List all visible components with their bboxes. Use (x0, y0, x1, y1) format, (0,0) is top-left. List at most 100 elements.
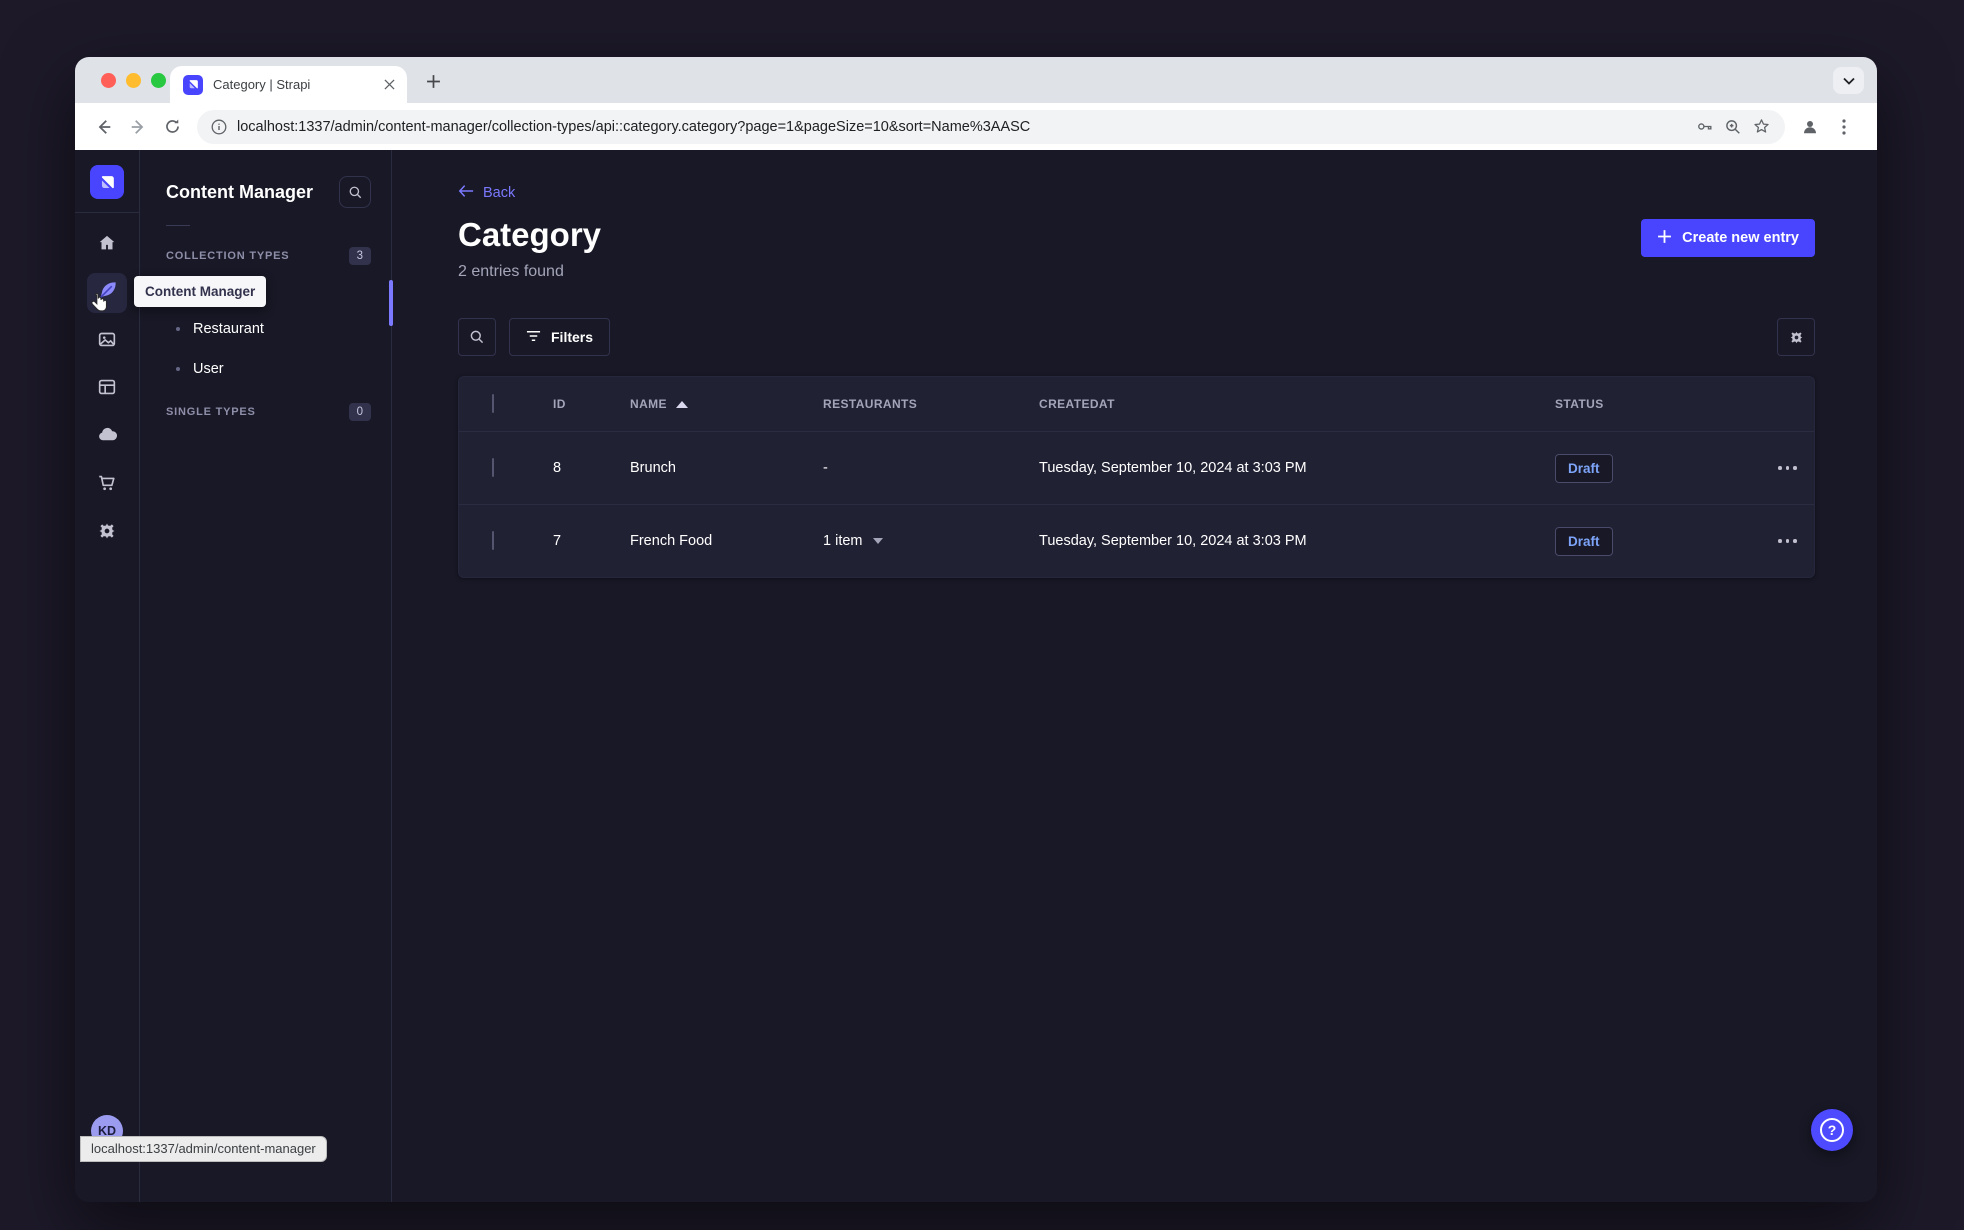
question-mark-icon: ? (1820, 1118, 1844, 1142)
home-icon (96, 232, 118, 259)
list-toolbar: Filters (458, 318, 1815, 356)
select-all-checkbox[interactable] (492, 394, 494, 413)
single-types-count-badge: 0 (348, 403, 371, 421)
content-manager-subnav: Content Manager COLLECTION TYPES 3 Categ… (134, 150, 393, 1202)
column-header-status[interactable]: STATUS (1555, 397, 1750, 411)
subnav-item-label: User (193, 361, 224, 377)
plus-icon (1657, 229, 1672, 248)
cell-restaurants-label: 1 item (823, 533, 863, 549)
content-type-builder-icon (96, 376, 118, 403)
subnav-title: Content Manager (166, 181, 314, 202)
cloud-icon (96, 423, 119, 451)
main-content: Back Category 2 entries found Create new… (392, 150, 1877, 1202)
create-new-entry-button[interactable]: Create new entry (1641, 219, 1815, 257)
cell-id: 8 (553, 460, 562, 476)
cell-name: Brunch (630, 460, 676, 476)
column-header-createdat[interactable]: CREATEDAT (1039, 397, 1555, 411)
cell-name: French Food (630, 533, 713, 549)
filters-button[interactable]: Filters (509, 318, 611, 356)
filter-icon (526, 329, 541, 345)
back-label: Back (483, 185, 516, 201)
row-actions-menu-icon[interactable] (1778, 466, 1814, 470)
browser-toolbar: localhost:1337/admin/content-manager/col… (75, 103, 1877, 150)
collection-types-count-badge: 3 (348, 247, 371, 265)
address-bar[interactable]: localhost:1337/admin/content-manager/col… (197, 109, 1785, 144)
cell-restaurants-dropdown[interactable]: 1 item (823, 533, 1039, 549)
subnav-item-user[interactable]: User (166, 349, 371, 389)
back-arrow-icon (458, 184, 474, 202)
strapi-admin: KD Content Manager COLLECTION TYPES 3 Re… (75, 150, 1877, 1202)
browser-menu-icon[interactable] (1829, 112, 1859, 142)
site-info-icon[interactable] (211, 119, 227, 135)
row-checkbox[interactable] (492, 458, 494, 477)
media-library-icon (96, 328, 118, 355)
url-text[interactable]: localhost:1337/admin/content-manager/col… (237, 119, 1685, 135)
table-row[interactable]: 7 French Food 1 item Tuesday, September … (459, 504, 1814, 577)
subnav-divider (166, 225, 190, 226)
browser-window: Category | Strapi localhost:1337/admin/c… (75, 57, 1877, 1202)
rail-divider (75, 212, 140, 213)
page-title: Category (458, 216, 602, 253)
bullet-icon (176, 327, 180, 331)
subnav-item-restaurant[interactable]: Restaurant (166, 309, 371, 349)
zoom-window-button[interactable] (151, 73, 166, 88)
row-checkbox[interactable] (492, 531, 494, 550)
sidebar-item-home[interactable] (87, 225, 127, 265)
close-window-button[interactable] (101, 73, 116, 88)
profile-icon[interactable] (1795, 112, 1825, 142)
back-icon[interactable] (89, 112, 119, 142)
password-key-icon[interactable] (1695, 117, 1714, 136)
browser-tab[interactable]: Category | Strapi (170, 66, 407, 103)
cell-restaurants: - (823, 460, 828, 476)
subnav-search-button[interactable] (339, 176, 371, 208)
reload-icon[interactable] (157, 112, 187, 142)
window-controls (101, 73, 166, 88)
entries-count: 2 entries found (458, 263, 564, 280)
create-new-entry-label: Create new entry (1682, 230, 1799, 246)
sort-ascending-icon (675, 400, 688, 408)
back-link[interactable]: Back (458, 184, 515, 202)
sidebar-item-content-type-builder[interactable] (87, 369, 127, 409)
tab-close-icon[interactable] (379, 75, 399, 95)
browser-tab-strip: Category | Strapi (75, 57, 1877, 103)
sidebar-item-marketplace[interactable] (87, 465, 127, 505)
mouse-hand-cursor (89, 292, 110, 320)
column-header-name[interactable]: NAME (630, 397, 823, 411)
column-header-id[interactable]: ID (553, 397, 630, 411)
view-settings-button[interactable] (1777, 318, 1815, 356)
status-badge: Draft (1555, 526, 1613, 556)
minimize-window-button[interactable] (126, 73, 141, 88)
column-header-restaurants[interactable]: RESTAURANTS (823, 397, 1039, 411)
cell-id: 7 (553, 533, 562, 549)
sidebar-item-media-library[interactable] (87, 321, 127, 361)
table-search-button[interactable] (458, 318, 496, 356)
collection-types-label: COLLECTION TYPES (166, 250, 290, 262)
entries-table: ID NAME RESTAURANTS CREATEDAT STATUS 8 B… (458, 376, 1815, 578)
column-header-name-label: NAME (630, 397, 667, 411)
cell-createdat: Tuesday, September 10, 2024 at 3:03 PM (1039, 533, 1307, 549)
zoom-page-icon[interactable] (1724, 118, 1742, 136)
single-types-label: SINGLE TYPES (166, 406, 256, 418)
forward-icon[interactable] (123, 112, 153, 142)
strapi-logo[interactable] (90, 165, 124, 199)
main-nav-rail: KD (75, 150, 140, 1202)
bookmark-star-icon[interactable] (1752, 117, 1771, 136)
subnav-item-label: Restaurant (193, 321, 264, 337)
tab-title: Category | Strapi (213, 77, 311, 92)
chevron-down-icon (872, 538, 883, 544)
gear-icon (96, 520, 118, 547)
status-badge: Draft (1555, 453, 1613, 483)
new-tab-button[interactable] (422, 70, 444, 92)
sidebar-item-settings[interactable] (87, 513, 127, 553)
strapi-favicon-icon (183, 74, 203, 95)
sidebar-item-deploy[interactable] (87, 417, 127, 457)
table-row[interactable]: 8 Brunch - Tuesday, September 10, 2024 a… (459, 431, 1814, 504)
table-header-row: ID NAME RESTAURANTS CREATEDAT STATUS (459, 377, 1814, 431)
bullet-icon (176, 367, 180, 371)
active-item-indicator (389, 280, 393, 326)
row-actions-menu-icon[interactable] (1778, 539, 1814, 543)
link-preview-statusbar: localhost:1337/admin/content-manager (80, 1136, 327, 1162)
tab-search-chevron-icon[interactable] (1833, 67, 1864, 94)
help-button[interactable]: ? (1811, 1109, 1853, 1151)
cell-createdat: Tuesday, September 10, 2024 at 3:03 PM (1039, 460, 1307, 476)
